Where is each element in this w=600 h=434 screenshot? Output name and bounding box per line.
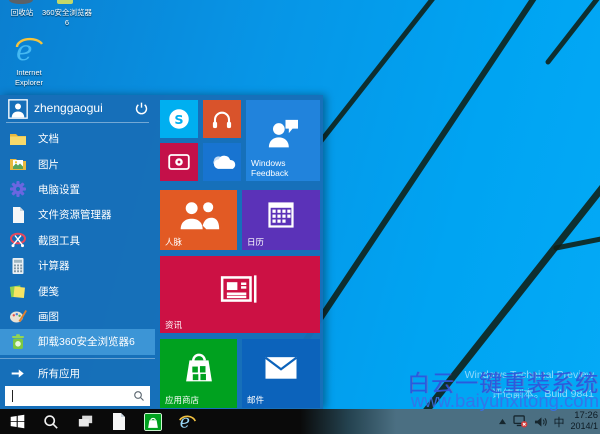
svg-text:S: S [174,113,183,128]
menu-item-label: 卸载360安全浏览器6 [38,336,135,349]
internet-explorer-desktop-icon[interactable]: e Internet Explorer [6,32,52,88]
start-menu-header: zhenggaogui [0,95,155,123]
all-apps-button[interactable]: 所有应用 [0,362,155,384]
menu-item-label: 画图 [38,310,59,323]
user-avatar[interactable] [8,99,28,119]
tile-store[interactable]: 应用商店 [160,339,237,408]
browser360-desktop-icon[interactable]: 360安全浏览器6 [42,8,92,28]
menu-item-calculator[interactable]: 计算器 [0,253,155,278]
tile-calendar[interactable]: 日历 [242,190,320,250]
document-taskbar-icon[interactable] [102,409,136,434]
tile-news[interactable]: 资讯 [160,256,320,333]
menu-item-file-explorer[interactable]: 文件资源管理器 [0,202,155,227]
feedback-person-icon [262,114,304,154]
calendar-icon [263,197,299,233]
tile-windows-feedback[interactable]: Windows Feedback [246,100,320,181]
search-icon[interactable] [133,390,145,402]
menu-item-label: 截图工具 [38,234,80,247]
tile-skype[interactable]: S [160,100,198,138]
newspaper-icon [214,268,266,310]
tile-label: 日历 [247,236,265,247]
file-explorer-icon [9,206,27,224]
network-icon[interactable] [513,415,528,428]
pictures-folder-icon [9,155,27,173]
uninstall-360-icon [9,333,27,351]
menu-item-uninstall-360[interactable]: 卸载360安全浏览器6 [0,329,155,355]
sticky-notes-icon [9,282,27,300]
snipping-tool-icon [9,231,27,249]
menu-item-pictures[interactable]: 图片 [0,151,155,176]
tile-label: Windows Feedback [251,157,289,178]
tile-people[interactable]: 人脉 [160,190,237,250]
menu-item-label: 计算器 [38,260,70,273]
tile-music[interactable] [203,100,241,138]
header-divider [6,122,149,123]
recycle-bin-label: 回收站 [10,8,34,17]
taskbar-search-button[interactable] [34,409,68,434]
all-apps-label: 所有应用 [38,367,80,380]
browser360-label: 360安全浏览器6 [42,8,93,28]
tile-onedrive[interactable] [203,143,241,181]
taskbar: e 中 17:26 2014/1 [0,409,600,434]
media-screen-icon [165,148,193,176]
skype-icon: S [164,104,194,134]
mail-envelope-icon [260,352,302,383]
menu-item-documents[interactable]: 文档 [0,126,155,151]
menu-item-label: 便笺 [38,285,59,298]
paint-icon [9,307,27,325]
internet-explorer-label: Internet Explorer [15,68,43,88]
tile-media[interactable] [160,143,198,181]
store-taskbar-icon[interactable] [136,409,170,434]
tile-label: 人脉 [165,236,183,247]
start-menu: zhenggaogui 文档 图片 电脑设置 文件资源管理器 截图工具 计算器 … [0,95,323,409]
menu-item-label: 电脑设置 [38,183,80,196]
tray-expand-icon[interactable] [498,418,507,425]
store-bag-icon [178,347,220,389]
tile-label: 邮件 [247,394,265,405]
tray-clock[interactable]: 17:26 2014/1 [570,410,598,431]
ime-indicator[interactable]: 中 [553,414,564,430]
internet-explorer-taskbar-icon[interactable]: e [170,409,204,434]
settings-gear-icon [9,180,27,198]
all-apps-arrow-icon [10,366,25,381]
desktop: 回收站 360安全浏览器6 e Internet Explorer Window… [0,0,600,434]
search-input[interactable] [13,386,128,406]
recycle-bin-desktop-icon[interactable]: 回收站 [0,8,44,18]
menu-item-label: 文档 [38,133,59,146]
menu-item-pc-settings[interactable]: 电脑设置 [0,177,155,202]
taskbar-buttons: e [0,409,204,434]
headphones-icon [208,105,236,133]
tray-date: 2014/1 [570,420,598,431]
start-button[interactable] [0,409,34,434]
all-apps-divider [0,358,155,359]
system-tray: 中 17:26 2014/1 [498,409,598,434]
svg-text:e: e [180,412,190,432]
calculator-icon [9,257,27,275]
people-icon [177,199,221,232]
start-menu-search [5,386,150,406]
menu-item-sticky-notes[interactable]: 便笺 [0,278,155,303]
user-name: zhenggaogui [34,101,103,115]
onedrive-cloud-icon [207,151,237,173]
ad-watermark-line2: www.baiyunxitong.com [410,390,599,411]
volume-icon[interactable] [534,416,548,428]
menu-item-label: 图片 [38,158,59,171]
menu-item-label: 文件资源管理器 [38,209,112,222]
tile-mail[interactable]: 邮件 [242,339,320,408]
tile-label: 资讯 [165,319,183,330]
task-view-button[interactable] [68,409,102,434]
documents-folder-icon [9,130,27,148]
tile-label: 应用商店 [165,394,200,405]
start-menu-item-list: 文档 图片 电脑设置 文件资源管理器 截图工具 计算器 便笺 画图 卸载360安… [0,126,155,355]
power-button[interactable] [134,101,149,116]
internet-explorer-icon: e [14,32,44,68]
menu-item-snipping-tool[interactable]: 截图工具 [0,228,155,253]
menu-item-paint[interactable]: 画图 [0,304,155,329]
